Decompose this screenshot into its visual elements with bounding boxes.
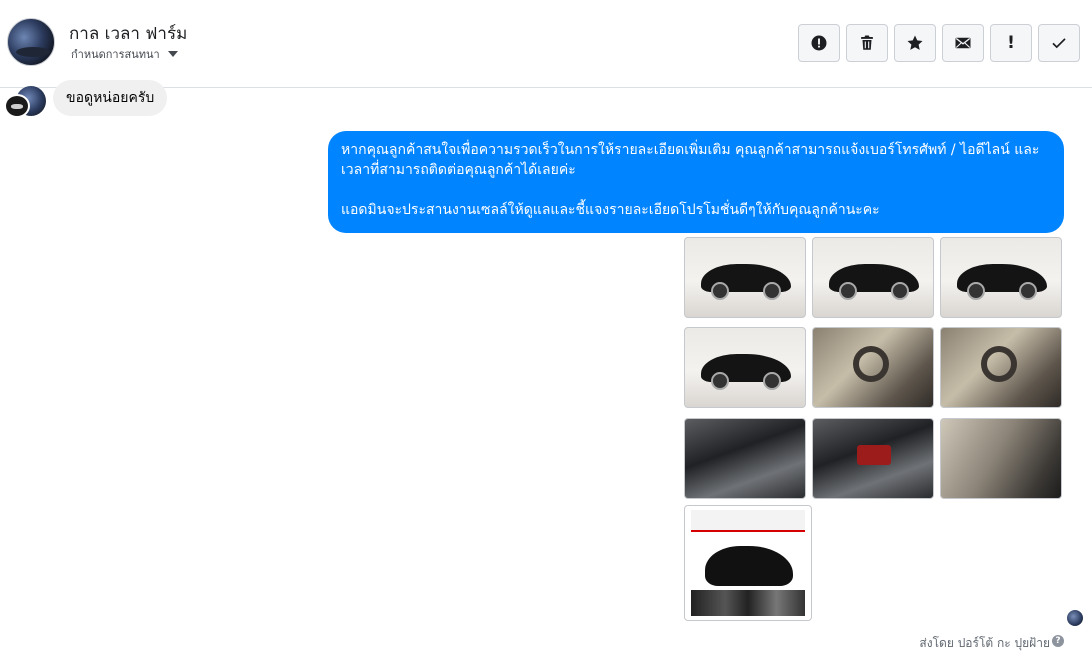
conversation-toolbar: !	[798, 24, 1080, 62]
mark-unread-button[interactable]	[942, 24, 984, 62]
photo-thumbnail[interactable]	[940, 418, 1062, 499]
photo-thumbnail[interactable]	[684, 237, 806, 318]
outgoing-message: หากคุณลูกค้าสนใจเพื่อความรวดเร็วในการให้…	[328, 131, 1064, 233]
assign-conversation-dropdown[interactable]: กำหนดการสนทนา	[71, 45, 178, 63]
help-icon[interactable]: ?	[1052, 635, 1064, 647]
assign-label: กำหนดการสนทนา	[71, 48, 160, 61]
photo-thumbnail[interactable]	[812, 327, 934, 408]
photo-thumbnail[interactable]	[812, 237, 934, 318]
sent-by-label: ส่งโดย ปอร์โต้ กะ ปุยฝ้าย	[919, 636, 1050, 650]
report-spam-button[interactable]	[798, 24, 840, 62]
incoming-message: ขอดูหน่อยครับ	[53, 80, 168, 116]
photo-thumbnail[interactable]	[684, 505, 812, 621]
photo-thumbnail[interactable]	[684, 418, 806, 499]
outgoing-message-line: แอดมินจะประสานงานเซลล์ให้ดูแลและชี้แจงรา…	[341, 202, 880, 218]
follow-up-button[interactable]: !	[990, 24, 1032, 62]
envelope-icon	[955, 37, 971, 49]
photo-thumbnail[interactable]	[940, 327, 1062, 408]
trash-icon	[861, 35, 873, 50]
customer-avatar[interactable]	[4, 86, 46, 118]
mark-done-button[interactable]	[1038, 24, 1080, 62]
exclamation-icon: !	[1007, 33, 1015, 53]
conversation-header: กาล เวลา ฟาร์ม กำหนดการสนทนา !	[0, 0, 1092, 88]
photo-thumbnail[interactable]	[684, 327, 806, 408]
photo-thumbnail[interactable]	[940, 237, 1062, 318]
page-avatar[interactable]	[7, 18, 55, 66]
seen-avatar	[1067, 610, 1083, 626]
delete-button[interactable]	[846, 24, 888, 62]
outgoing-message-line: หากคุณลูกค้าสนใจเพื่อความรวดเร็วในการให้…	[341, 142, 1040, 178]
exclamation-circle-icon	[811, 35, 827, 51]
photo-thumbnail[interactable]	[812, 418, 934, 499]
check-icon	[1052, 38, 1066, 49]
star-button[interactable]	[894, 24, 936, 62]
caret-down-icon	[167, 51, 178, 57]
star-icon	[907, 35, 923, 50]
page-name[interactable]: กาล เวลา ฟาร์ม	[69, 20, 187, 47]
